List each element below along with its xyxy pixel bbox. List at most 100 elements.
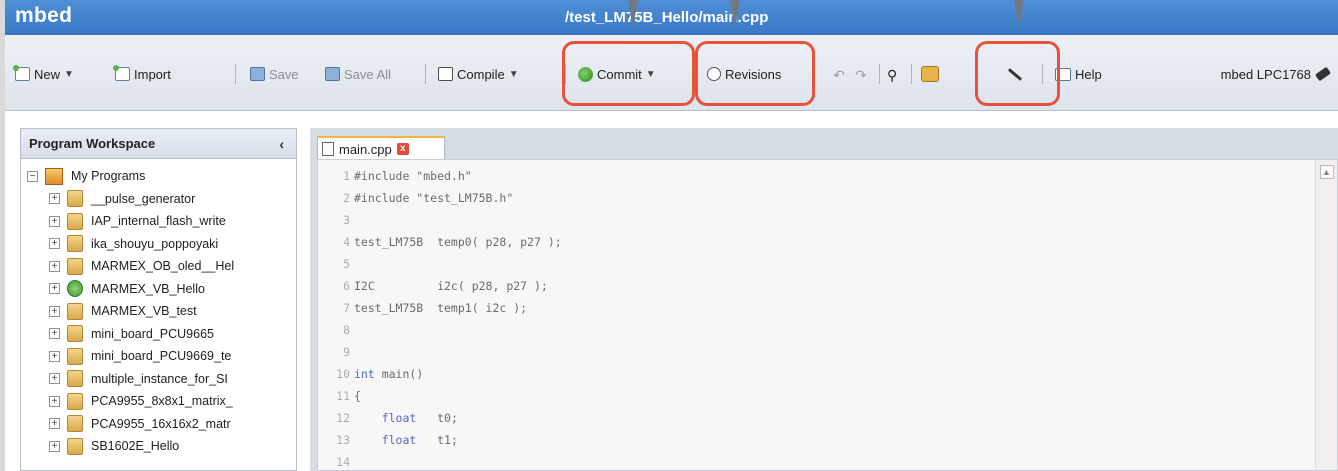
code-line[interactable]: 3	[318, 210, 354, 230]
list-item[interactable]: + IAP_internal_flash_write	[21, 210, 296, 233]
save-label: Save	[269, 66, 299, 82]
code-line[interactable]: 9	[318, 342, 354, 362]
list-item[interactable]: + mini_board_PCU9665	[21, 323, 296, 346]
program-icon	[67, 212, 83, 230]
code-text: I2C i2c( p28, p27 );	[354, 279, 548, 293]
expand-icon[interactable]: +	[49, 260, 60, 272]
tree-root-my-programs[interactable]: − My Programs	[21, 165, 296, 188]
list-item-label: PCA9955_16x16x2_matr	[91, 416, 231, 431]
import-icon	[113, 65, 130, 81]
code-text: #include "mbed.h"	[354, 169, 472, 183]
list-item[interactable]: + MARMEX_VB_Hello	[21, 278, 296, 301]
collapse-icon[interactable]: −	[27, 170, 38, 182]
compile-button[interactable]: Compile ▼	[438, 61, 519, 87]
line-number: 8	[343, 323, 350, 337]
code-line[interactable]: 4 test_LM75B temp0( p28, p27 );	[318, 232, 562, 252]
compile-icon	[438, 67, 453, 81]
close-icon[interactable]: x	[396, 143, 409, 155]
list-item[interactable]: + mini_board_PCU9669_te	[21, 345, 296, 368]
code-line[interactable]: 11 {	[318, 386, 361, 406]
expand-icon[interactable]: +	[49, 305, 60, 317]
expand-icon[interactable]: +	[49, 395, 60, 407]
vertical-scrollbar[interactable]: ▲	[1315, 160, 1337, 470]
collapse-panel-icon[interactable]: ‹	[279, 136, 284, 152]
list-item[interactable]: + PCA9955_16x16x2_matr	[21, 413, 296, 436]
expand-icon[interactable]: +	[49, 283, 60, 295]
save-all-button[interactable]: Save All	[325, 61, 391, 87]
new-file-icon	[13, 65, 30, 81]
line-number: 1	[343, 169, 350, 183]
tab-main-cpp[interactable]: main.cpp x	[317, 136, 445, 160]
code-line[interactable]: 7 test_LM75B temp1( i2c );	[318, 298, 527, 318]
code-line[interactable]: 1 #include "mbed.h"	[318, 166, 472, 186]
redo-button[interactable]: ↷	[853, 61, 869, 87]
undo-button[interactable]: ↶	[831, 61, 847, 87]
program-workspace-panel: Program Workspace ‹ − My Programs + __pul…	[20, 128, 297, 471]
list-item[interactable]: + MARMEX_OB_oled__Hel	[21, 255, 296, 278]
code-text: test_LM75B temp1( i2c );	[354, 301, 528, 315]
list-item-label: __pulse_generator	[91, 191, 196, 206]
list-item-label: MARMEX_OB_oled__Hel	[91, 259, 235, 274]
expand-icon[interactable]: +	[49, 215, 60, 227]
code-line[interactable]: 13 float t1;	[318, 430, 458, 450]
program-icon	[67, 370, 83, 388]
code-text: float t1;	[381, 433, 458, 447]
code-editor[interactable]: ▲ 1 #include "mbed.h" 2 #include "test_LM75…	[317, 159, 1338, 471]
import-button[interactable]: Import	[113, 61, 171, 87]
code-line[interactable]: 5	[318, 254, 354, 274]
expand-icon[interactable]: +	[49, 328, 60, 340]
expand-icon[interactable]: +	[49, 350, 60, 362]
device-icon	[1314, 66, 1332, 82]
program-icon	[67, 415, 83, 433]
commit-button[interactable]: Commit ▼	[578, 61, 656, 87]
code-text: {	[354, 389, 361, 403]
save-button[interactable]: Save	[250, 61, 299, 87]
code-line[interactable]: 10 int main()	[318, 364, 423, 384]
library-manager-button[interactable]	[921, 61, 939, 87]
expand-icon[interactable]: +	[49, 373, 60, 385]
expand-icon[interactable]: +	[49, 238, 60, 250]
format-code-button[interactable]	[1007, 61, 1023, 87]
new-label: New	[34, 66, 61, 82]
toolbar-separator	[565, 64, 566, 84]
expand-icon[interactable]: +	[49, 440, 60, 452]
help-book-icon	[1055, 67, 1071, 81]
list-item[interactable]: + multiple_instance_for_SI	[21, 368, 296, 391]
program-icon	[67, 437, 83, 455]
redo-icon: ↷	[855, 67, 867, 83]
list-item-label: SB1602E_Hello	[91, 439, 180, 454]
library-icon	[67, 280, 83, 298]
commit-icon	[578, 66, 593, 82]
device-selector[interactable]: mbed LPC1768	[1220, 61, 1332, 87]
help-label: Help	[1075, 66, 1102, 82]
code-line[interactable]: 14	[318, 452, 354, 471]
line-number: 9	[343, 345, 350, 359]
code-line[interactable]: 12 float t0;	[318, 408, 458, 428]
list-item[interactable]: + SB1602E_Hello	[21, 435, 296, 458]
program-icon	[67, 235, 83, 253]
list-item[interactable]: + ika_shouyu_poppoyaki	[21, 233, 296, 256]
device-label: mbed LPC1768	[1220, 66, 1311, 82]
toolbar-separator	[1042, 64, 1043, 84]
code-line[interactable]: 2 #include "test_LM75B.h"	[318, 188, 513, 208]
find-button[interactable]: ⚲	[887, 61, 905, 87]
annotation-pointer-format	[1014, 0, 1024, 28]
list-item-label: PCA9955_8x8x1_matrix_	[91, 394, 233, 409]
expand-icon[interactable]: +	[49, 193, 60, 205]
line-number: 14	[336, 455, 350, 469]
list-item[interactable]: + PCA9955_8x8x1_matrix_	[21, 390, 296, 413]
expand-icon[interactable]: +	[49, 418, 60, 430]
list-item-label: IAP_internal_flash_write	[91, 214, 226, 229]
list-item-label: MARMEX_VB_test	[91, 304, 197, 319]
code-text: float t0;	[381, 411, 458, 425]
line-number: 12	[336, 411, 350, 425]
magic-wand-icon	[1007, 67, 1023, 81]
scroll-up-icon[interactable]: ▲	[1319, 165, 1334, 179]
code-line[interactable]: 6 I2C i2c( p28, p27 );	[318, 276, 548, 296]
revisions-button[interactable]: Revisions	[707, 61, 781, 87]
list-item[interactable]: + __pulse_generator	[21, 188, 296, 211]
code-line[interactable]: 8	[318, 320, 354, 340]
list-item[interactable]: + MARMEX_VB_test	[21, 300, 296, 323]
new-button[interactable]: New ▼	[13, 61, 74, 87]
help-button[interactable]: Help	[1055, 61, 1102, 87]
